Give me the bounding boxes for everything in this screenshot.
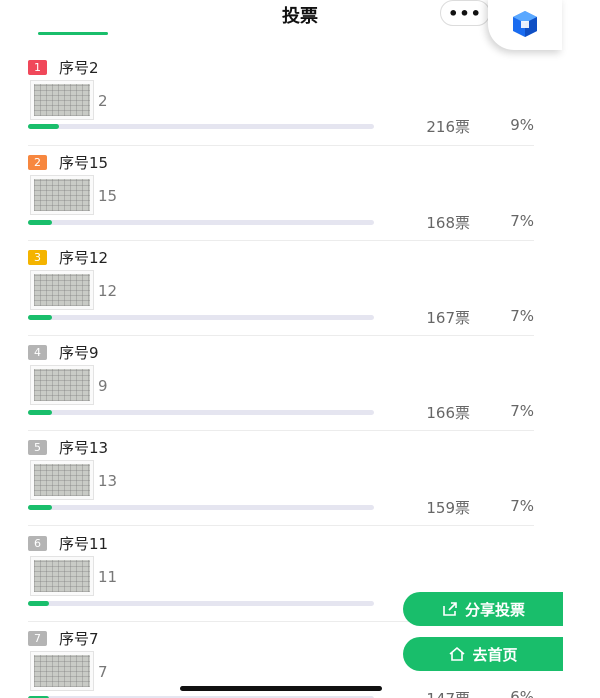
item-thumbnail[interactable] xyxy=(30,175,94,215)
vote-count: 147票 xyxy=(426,688,470,698)
vote-percent: 6% xyxy=(510,688,534,698)
home-icon xyxy=(449,646,466,661)
vote-progress-bar xyxy=(28,220,374,225)
more-button[interactable]: ••• xyxy=(440,0,490,26)
vote-progress-fill xyxy=(28,124,60,129)
vote-item[interactable]: 1 序号2 2 216票 9% xyxy=(28,50,534,146)
rank-badge: 1 xyxy=(28,60,47,75)
item-thumbnail[interactable] xyxy=(30,365,94,405)
item-name: 序号13 xyxy=(59,439,109,457)
vote-count: 159票 xyxy=(426,499,470,517)
item-name: 序号15 xyxy=(59,154,109,172)
item-name: 序号2 xyxy=(59,59,99,77)
rank-badge: 3 xyxy=(28,250,47,265)
cube-icon xyxy=(513,11,537,37)
home-indicator xyxy=(180,686,382,691)
vote-progress-bar xyxy=(28,124,374,129)
vote-count: 166票 xyxy=(426,404,470,422)
item-name: 序号11 xyxy=(59,535,109,553)
vote-item[interactable]: 4 序号9 9 166票 7% xyxy=(28,335,534,431)
vote-progress-fill xyxy=(28,220,53,225)
rank-badge: 5 xyxy=(28,440,47,455)
vote-progress-fill xyxy=(28,410,53,415)
vote-percent: 9% xyxy=(510,116,534,134)
item-subtitle: 15 xyxy=(98,187,118,205)
item-thumbnail[interactable] xyxy=(30,80,94,120)
vote-count: 168票 xyxy=(426,214,470,232)
item-thumbnail[interactable] xyxy=(30,270,94,310)
share-icon xyxy=(443,602,457,616)
go-home-label: 去首页 xyxy=(472,645,518,664)
vote-percent: 7% xyxy=(510,497,534,515)
item-thumbnail[interactable] xyxy=(30,556,94,596)
item-name: 序号9 xyxy=(59,344,99,362)
vote-progress-fill xyxy=(28,315,53,320)
rank-badge: 6 xyxy=(28,536,47,551)
app-launcher-button[interactable] xyxy=(488,0,562,50)
vote-progress-fill xyxy=(28,601,49,606)
item-name: 序号7 xyxy=(59,630,99,648)
item-subtitle: 9 xyxy=(98,377,108,395)
item-subtitle: 12 xyxy=(98,282,118,300)
vote-item[interactable]: 5 序号13 13 159票 7% xyxy=(28,430,534,526)
item-subtitle: 7 xyxy=(98,663,108,681)
item-subtitle: 13 xyxy=(98,472,118,490)
vote-percent: 7% xyxy=(510,307,534,325)
rank-badge: 4 xyxy=(28,345,47,360)
tab-indicator xyxy=(38,32,108,35)
vote-progress-bar xyxy=(28,315,374,320)
vote-count: 216票 xyxy=(426,118,470,136)
share-vote-label: 分享投票 xyxy=(464,600,525,619)
vote-item[interactable]: 2 序号15 15 168票 7% xyxy=(28,145,534,241)
item-subtitle: 11 xyxy=(98,568,118,586)
vote-progress-bar xyxy=(28,410,374,415)
vote-item[interactable]: 3 序号12 12 167票 7% xyxy=(28,240,534,336)
rank-badge: 7 xyxy=(28,631,47,646)
vote-count: 167票 xyxy=(426,309,470,327)
vote-percent: 7% xyxy=(510,212,534,230)
rank-badge: 2 xyxy=(28,155,47,170)
vote-progress-fill xyxy=(28,505,53,510)
item-thumbnail[interactable] xyxy=(30,460,94,500)
vote-percent: 7% xyxy=(510,402,534,420)
go-home-button[interactable]: 去首页 xyxy=(403,637,563,671)
item-subtitle: 2 xyxy=(98,92,108,110)
share-vote-button[interactable]: 分享投票 xyxy=(403,592,563,626)
item-thumbnail[interactable] xyxy=(30,651,94,691)
vote-progress-bar xyxy=(28,601,374,606)
item-name: 序号12 xyxy=(59,249,109,267)
vote-progress-bar xyxy=(28,505,374,510)
